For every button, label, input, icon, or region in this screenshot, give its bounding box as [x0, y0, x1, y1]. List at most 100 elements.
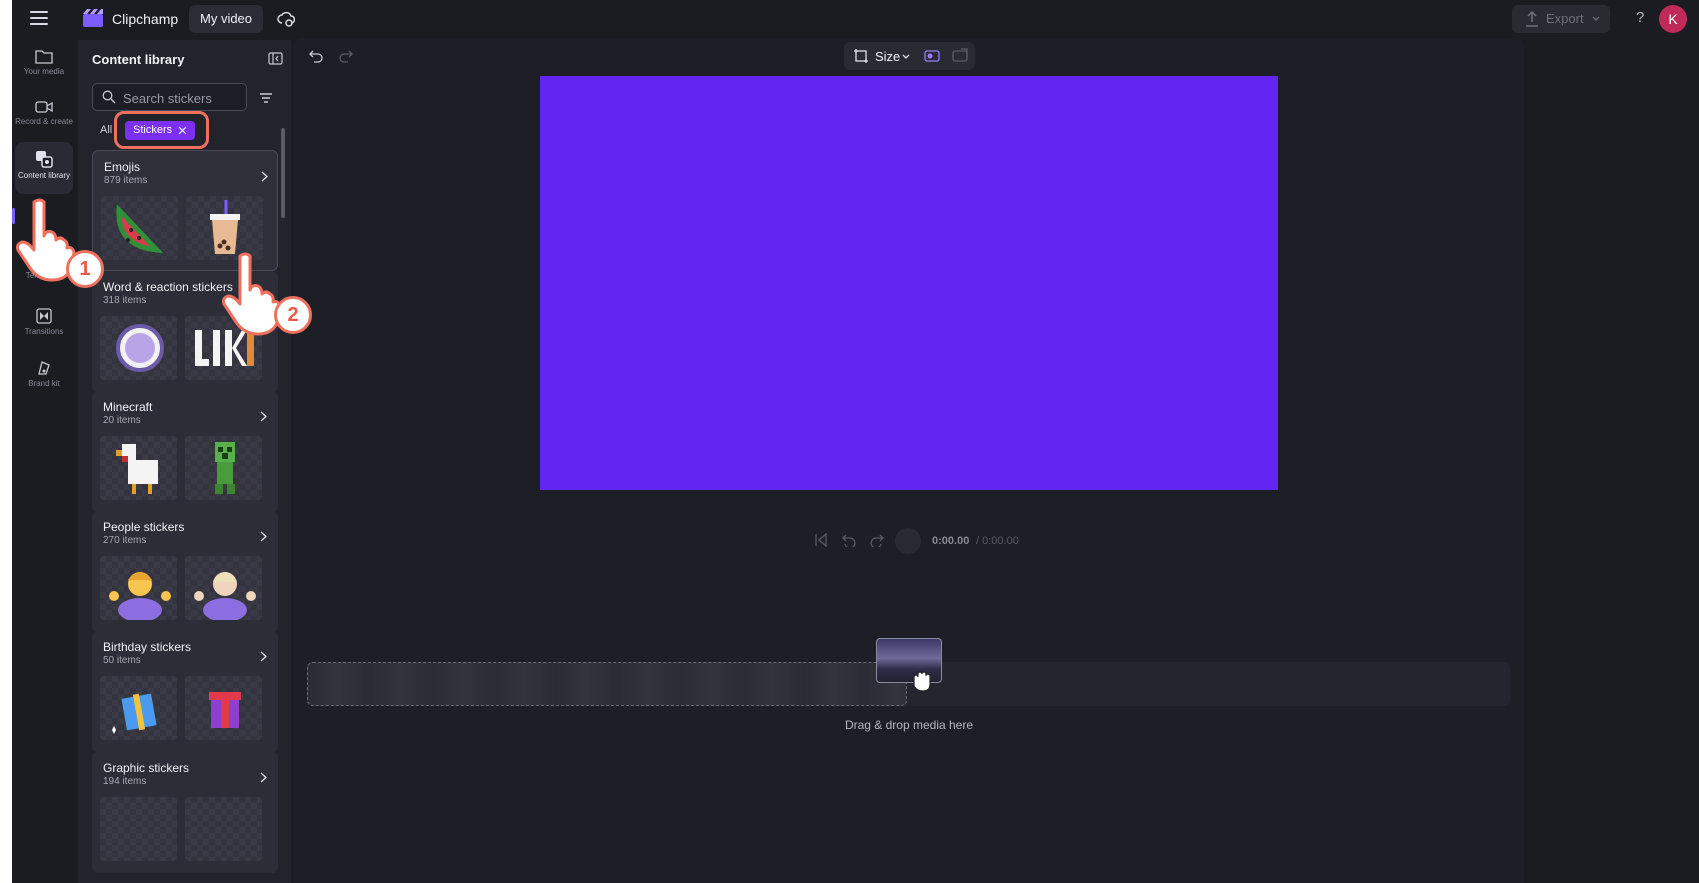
background-color-icon[interactable] — [924, 48, 940, 64]
category-people-stickers[interactable]: People stickers 270 items — [92, 511, 278, 632]
canvas-toolbar: Size — [844, 42, 975, 70]
sticker-grl-pwr[interactable] — [100, 316, 177, 380]
editor-area: Size 0:00.00 / 0:00.00 Drag & drop media… — [294, 38, 1524, 883]
rail-item-your-media[interactable]: Your media — [15, 40, 73, 92]
collapse-panel-icon[interactable] — [268, 52, 283, 65]
rail-item-content-library[interactable]: Content library — [15, 142, 73, 194]
rail-item-brand-kit[interactable]: Brand kit — [15, 352, 73, 404]
camera-icon — [35, 101, 53, 113]
step-1-badge: 1 — [66, 250, 104, 288]
top-bar: Clipchamp My video Export ? K — [12, 0, 1699, 38]
hamburger-menu-icon[interactable] — [30, 11, 48, 25]
sticker-minecraft-chicken[interactable] — [100, 436, 177, 500]
content-library-panel: Content library All Stickers Emojis 879 … — [78, 40, 291, 883]
person-shrug-icon — [109, 572, 171, 620]
current-time: 0:00.00 — [932, 535, 970, 547]
panel-title: Content library — [92, 52, 185, 67]
timeline-drop-zone[interactable] — [307, 662, 907, 706]
category-name: Graphic stickers — [103, 761, 190, 775]
sticker-graphic-1[interactable] — [100, 797, 177, 861]
chevron-right-icon — [260, 411, 267, 422]
rail-label: Your media — [23, 67, 65, 76]
transitions-icon — [36, 308, 52, 324]
filter-icon[interactable] — [253, 85, 279, 111]
sticker-person-shrug-2[interactable] — [185, 556, 262, 620]
gift-box-icon — [209, 692, 241, 728]
category-count: 20 items — [103, 415, 141, 426]
step-2-badge: 2 — [274, 296, 312, 334]
category-count: 270 items — [103, 535, 147, 546]
watermelon-icon — [116, 204, 164, 254]
sticker-watermelon[interactable] — [101, 196, 178, 260]
chevron-right-icon — [260, 772, 267, 783]
upload-icon — [1526, 11, 1538, 27]
filter-all-tab[interactable]: All — [100, 124, 112, 136]
video-title[interactable]: My video — [189, 5, 264, 33]
rewind-5s-icon[interactable] — [842, 533, 856, 547]
rail-label: Transitions — [24, 327, 64, 336]
fit-icon[interactable] — [952, 48, 968, 64]
resize-icon — [854, 49, 868, 63]
redo-icon[interactable] — [338, 49, 354, 63]
chicken-icon — [116, 444, 158, 494]
category-count: 50 items — [103, 655, 141, 666]
category-name: Emojis — [104, 160, 141, 174]
chevron-right-icon — [260, 651, 267, 662]
category-birthday-stickers[interactable]: Birthday stickers 50 items — [92, 631, 278, 752]
grl-pwr-badge-icon — [116, 324, 164, 372]
search-input[interactable] — [123, 89, 243, 107]
category-graphic-stickers[interactable]: Graphic stickers 194 items — [92, 752, 278, 873]
category-minecraft[interactable]: Minecraft 20 items — [92, 391, 278, 512]
chevron-right-icon — [261, 171, 268, 182]
chevron-down-icon — [902, 54, 910, 59]
sticker-minecraft-creeper[interactable] — [185, 436, 262, 500]
chevron-right-icon — [260, 531, 267, 542]
play-button[interactable] — [895, 528, 921, 554]
brand-kit-icon — [38, 361, 50, 375]
search-box — [92, 83, 247, 111]
clipchamp-logo-icon — [83, 9, 103, 27]
category-count: 194 items — [103, 776, 147, 787]
rail-item-record-create[interactable]: Record & create — [15, 92, 73, 144]
highlight-box — [114, 111, 209, 149]
drop-media-label: Drag & drop media here — [844, 718, 974, 732]
category-name: People stickers — [103, 520, 185, 534]
category-count: 318 items — [103, 295, 147, 306]
rail-label: Content library — [17, 171, 71, 180]
category-name: Minecraft — [103, 400, 153, 414]
person-shrug-icon — [194, 572, 256, 620]
rail-label: Record & create — [15, 117, 73, 126]
export-button[interactable]: Export — [1512, 5, 1610, 33]
category-count: 879 items — [104, 175, 148, 186]
export-label: Export — [1546, 11, 1584, 26]
category-name: Birthday stickers — [103, 640, 192, 654]
skip-to-start-icon[interactable] — [814, 533, 828, 547]
search-icon — [102, 90, 116, 104]
grab-cursor-icon — [913, 671, 931, 692]
playback-controls: 0:00.00 / 0:00.00 — [814, 528, 1034, 554]
content-library-icon — [36, 151, 53, 168]
scrollbar[interactable] — [281, 128, 285, 218]
rail-label: Brand kit — [28, 379, 60, 388]
video-preview-canvas[interactable] — [540, 76, 1278, 490]
cloud-sync-icon[interactable] — [277, 10, 295, 28]
rail-item-transitions[interactable]: Transitions — [15, 300, 73, 352]
app-name: Clipchamp — [112, 11, 179, 27]
forward-5s-icon[interactable] — [870, 533, 884, 547]
total-time: / 0:00.00 — [976, 535, 1019, 547]
category-name: Word & reaction stickers — [103, 280, 233, 294]
clipchamp-app: Clipchamp My video Export ? K Your media… — [12, 0, 1699, 883]
gift-box-icon — [112, 693, 157, 734]
sticker-person-shrug-1[interactable] — [100, 556, 177, 620]
left-nav-rail: Your media Record & create Content libra… — [12, 40, 76, 883]
undo-icon[interactable] — [308, 49, 324, 63]
creeper-icon — [215, 442, 235, 494]
size-button[interactable]: Size — [875, 49, 900, 64]
chevron-down-icon — [1592, 16, 1600, 21]
sticker-gift-purple[interactable] — [185, 676, 262, 740]
sticker-graphic-2[interactable] — [185, 797, 262, 861]
avatar[interactable]: K — [1659, 5, 1687, 33]
sticker-gift-blue[interactable] — [100, 676, 177, 740]
help-button[interactable]: ? — [1636, 9, 1644, 26]
folder-icon — [35, 50, 53, 64]
